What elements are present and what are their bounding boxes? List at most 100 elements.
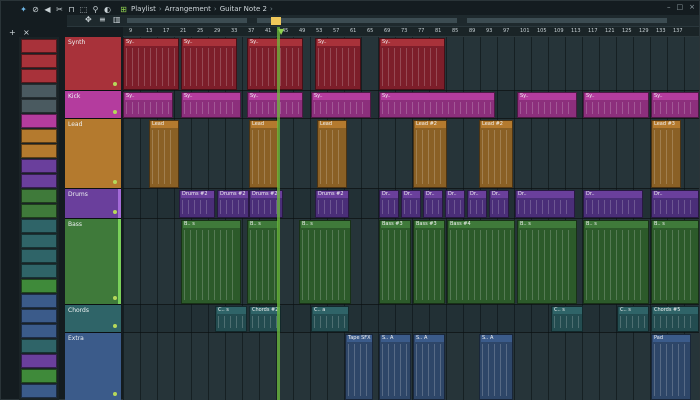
browser-pattern-item[interactable] xyxy=(21,264,57,278)
pattern-clip[interactable]: Dr.. xyxy=(515,190,575,218)
track-active-led[interactable] xyxy=(113,210,117,214)
volume-icon[interactable]: ◐ xyxy=(103,5,112,14)
pattern-clip[interactable]: Sy.. xyxy=(517,92,577,118)
browser-pattern-item[interactable] xyxy=(21,339,57,353)
pattern-clip[interactable]: Dr.. xyxy=(445,190,465,218)
track-header-kick[interactable]: Kick xyxy=(65,91,121,119)
pattern-clip[interactable]: Bass #3 xyxy=(379,220,411,304)
wand-icon[interactable]: ✦ xyxy=(19,5,28,14)
pattern-clip[interactable]: Sy.. xyxy=(651,92,699,118)
pattern-clip[interactable]: Sy.. xyxy=(583,92,649,118)
pattern-clip[interactable]: Drums #2 xyxy=(315,190,349,218)
track-header-synth[interactable]: Synth xyxy=(65,37,121,91)
pattern-clip[interactable]: Sy.. xyxy=(311,92,371,118)
pattern-clip[interactable]: B.. s xyxy=(299,220,351,304)
pattern-clip[interactable]: Sy.. xyxy=(247,38,303,90)
pattern-clip[interactable]: B.. s xyxy=(651,220,699,304)
pattern-clip[interactable]: Sy.. xyxy=(379,92,495,118)
mute-icon[interactable]: ⊘ xyxy=(31,5,40,14)
pattern-clip[interactable]: Lead #3 xyxy=(651,120,681,188)
grid-tool-icon[interactable]: ▥ xyxy=(113,15,121,24)
browser-pattern-item[interactable] xyxy=(21,69,57,83)
browser-pattern-item[interactable] xyxy=(21,84,57,98)
speaker-icon[interactable]: ◀ xyxy=(43,5,52,14)
browser-pattern-item[interactable] xyxy=(21,129,57,143)
playlist-lane[interactable] xyxy=(123,305,699,333)
pattern-clip[interactable]: Drums #2 xyxy=(217,190,249,218)
pattern-clip[interactable]: Dr.. xyxy=(651,190,699,218)
breadcrumb-playlist[interactable]: Playlist xyxy=(131,5,156,13)
pattern-clip[interactable]: S.. A xyxy=(413,334,445,400)
browser-pattern-item[interactable] xyxy=(21,294,57,308)
track-active-led[interactable] xyxy=(113,324,117,328)
pattern-clip[interactable]: Lead #2 xyxy=(413,120,447,188)
pattern-clip[interactable]: Dr.. xyxy=(423,190,443,218)
track-header-extra[interactable]: Extra xyxy=(65,333,121,400)
track-header-drums[interactable]: Drums xyxy=(65,189,121,219)
pattern-clip[interactable]: Sy.. xyxy=(379,38,445,90)
pattern-clip[interactable]: Sy.. xyxy=(181,92,241,118)
overview-strip[interactable]: + × ✥ ≡ ▥ xyxy=(9,15,699,37)
pattern-clip[interactable]: Tape SFX xyxy=(345,334,373,400)
pattern-clip[interactable]: Bass #4 xyxy=(447,220,515,304)
browser-pattern-item[interactable] xyxy=(21,174,57,188)
minimize-button[interactable]: – xyxy=(667,3,671,11)
pattern-clip[interactable]: Dr.. xyxy=(379,190,399,218)
browser-pattern-item[interactable] xyxy=(21,384,57,398)
playlist-grid[interactable]: Sy.. Sy.. Sy.. Sy.. Sy.. Sy.. Sy.. Sy.. Sy.. Sy..… xyxy=(123,37,699,400)
track-header-bass[interactable]: Bass xyxy=(65,219,121,305)
select-icon[interactable]: ⬚ xyxy=(79,5,88,14)
magnet-icon[interactable]: ⊓ xyxy=(67,5,76,14)
browser-pattern-item[interactable] xyxy=(21,54,57,68)
track-header-lead[interactable]: Lead xyxy=(65,119,121,189)
playlist-lane[interactable] xyxy=(123,333,699,400)
browser-pattern-item[interactable] xyxy=(21,369,57,383)
browser-pattern-item[interactable] xyxy=(21,324,57,338)
pattern-clip[interactable]: Dr.. xyxy=(401,190,421,218)
pattern-clip[interactable]: Chords #5 xyxy=(651,306,699,332)
breadcrumb-pattern[interactable]: Guitar Note 2 xyxy=(220,5,267,13)
pattern-clip[interactable]: Lead #2 xyxy=(479,120,513,188)
list-tool-icon[interactable]: ≡ xyxy=(99,15,106,24)
pattern-clip[interactable]: Pad xyxy=(651,334,691,400)
pattern-clip[interactable]: Lead xyxy=(317,120,347,188)
close-strip-button[interactable]: × xyxy=(23,28,30,37)
pattern-clip[interactable]: Drums #2 xyxy=(179,190,215,218)
browser-pattern-item[interactable] xyxy=(21,234,57,248)
browser-pattern-item[interactable] xyxy=(21,309,57,323)
track-active-led[interactable] xyxy=(113,392,117,396)
browser-pattern-item[interactable] xyxy=(21,249,57,263)
cut-icon[interactable]: ✂ xyxy=(55,5,64,14)
scroll-thumb[interactable] xyxy=(271,17,281,25)
pattern-clip[interactable]: Sy.. xyxy=(315,38,361,90)
breadcrumb-arrow[interactable]: › xyxy=(270,5,273,13)
browser-pattern-item[interactable] xyxy=(21,279,57,293)
pattern-clip[interactable]: Dr.. xyxy=(467,190,487,218)
pattern-clip[interactable]: C.. s xyxy=(551,306,583,332)
pattern-clip[interactable]: Sy.. xyxy=(181,38,237,90)
pattern-clip[interactable]: B.. s xyxy=(517,220,577,304)
track-header-chords[interactable]: Chords xyxy=(65,305,121,333)
track-active-led[interactable] xyxy=(113,82,117,86)
pattern-clip[interactable]: Sy.. xyxy=(123,38,179,90)
pattern-clip[interactable]: C.. s xyxy=(215,306,247,332)
pattern-clip[interactable]: C.. s xyxy=(617,306,649,332)
browser-pattern-item[interactable] xyxy=(21,99,57,113)
pattern-clip[interactable]: B.. s xyxy=(181,220,241,304)
pattern-clip[interactable]: S.. A xyxy=(379,334,411,400)
track-active-led[interactable] xyxy=(113,180,117,184)
pattern-clip[interactable]: C.. a xyxy=(311,306,349,332)
move-tool-icon[interactable]: ✥ xyxy=(85,15,92,24)
track-active-led[interactable] xyxy=(113,296,117,300)
pattern-clip[interactable]: Sy.. xyxy=(247,92,303,118)
zoom-icon[interactable]: ⚲ xyxy=(91,5,100,14)
maximize-button[interactable]: □ xyxy=(677,3,684,11)
close-button[interactable]: × xyxy=(689,3,695,11)
pattern-clip[interactable]: B.. s xyxy=(247,220,279,304)
pattern-clip[interactable]: Dr.. xyxy=(489,190,509,218)
breadcrumb-arrangement[interactable]: Arrangement xyxy=(165,5,211,13)
browser-pattern-item[interactable] xyxy=(21,219,57,233)
browser-pattern-item[interactable] xyxy=(21,144,57,158)
pattern-clip[interactable]: Dr.. xyxy=(583,190,643,218)
browser-pattern-item[interactable] xyxy=(21,114,57,128)
